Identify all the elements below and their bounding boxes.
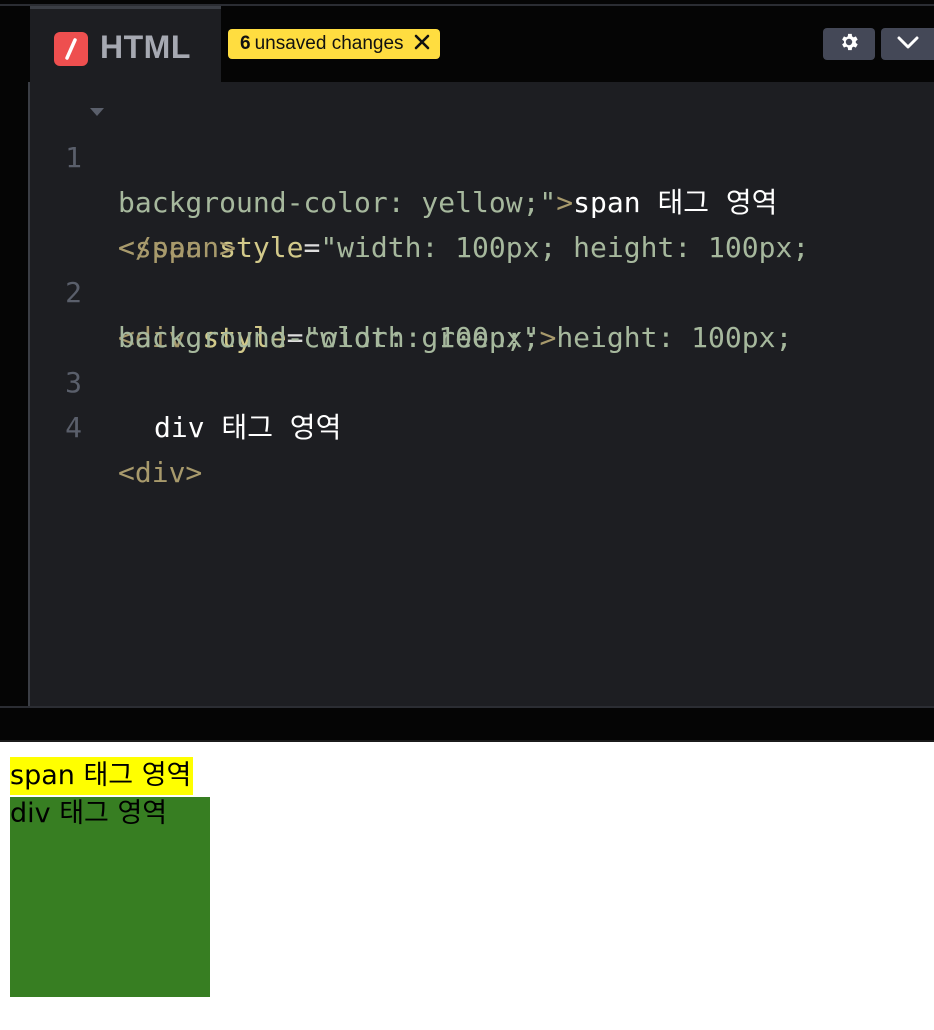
code-line: 3 div 태그 영역 [30,315,934,444]
code-text: <div> [118,450,202,495]
unsaved-count: 6 [240,33,251,54]
unsaved-changes-badge[interactable]: 6 unsaved changes [228,29,440,59]
html-tab[interactable]: HTML [30,6,221,82]
code-line: 4 <div> [30,360,934,489]
code-editor[interactable]: 1 <span style="width: 100px; height: 100… [30,82,934,706]
line-number: 4 [65,411,82,444]
preview-span: span 태그 영역 [10,757,194,795]
code-line: 1 <span style="width: 100px; height: 100… [30,90,934,264]
codepen-slash-icon [54,32,88,66]
close-icon[interactable] [414,34,430,54]
unsaved-label: unsaved changes [254,33,404,54]
settings-button[interactable] [823,28,875,60]
preview-pane: span 태그 영역 div 태그 영역 [0,742,934,1030]
code-line: 2 <div style="width: 100px; height: 100p… [30,225,934,354]
editor-bottom-border [0,706,934,708]
chevron-down-icon [897,35,919,54]
html-editor-panel: HTML 6 unsaved changes 1 <span style="wi… [0,0,934,742]
text-token: div 태그 영역 [154,411,342,444]
gear-icon [838,31,860,57]
tab-title: HTML [100,29,191,65]
code-line-wrap: background-color: yellow;">span 태그 영역 [30,135,934,219]
code-line-wrap: background-color: green;"> [30,270,934,354]
tag-token: <div> [118,456,203,489]
code-line-wrap: </span> [30,180,934,264]
preview-div: div 태그 영역 [10,797,210,997]
fold-triangle-icon[interactable] [90,108,104,116]
code-text: div 태그 영역 [154,405,341,450]
collapse-button[interactable] [881,28,934,60]
